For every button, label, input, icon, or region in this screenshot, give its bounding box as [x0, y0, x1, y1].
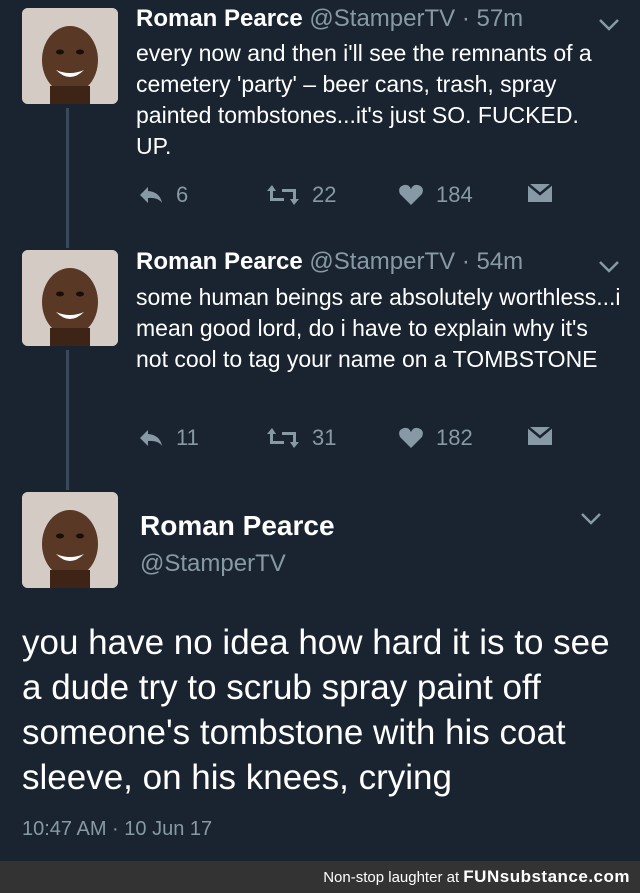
- reply-icon: [140, 430, 162, 446]
- avatar[interactable]: [22, 492, 118, 588]
- retweet-button[interactable]: 31: [266, 425, 336, 451]
- thread-line: [66, 350, 69, 490]
- handle-time: @StamperTV · 57m: [309, 5, 524, 32]
- tweet-text: you have no idea how hard it is to see a…: [22, 623, 610, 797]
- like-count: 184: [436, 182, 473, 207]
- display-name[interactable]: Roman Pearce @StamperTV · 57m: [136, 5, 523, 33]
- display-name-text: Roman Pearce: [136, 5, 303, 32]
- watermark-brand: FUNsubstance.com: [463, 867, 630, 886]
- retweet-button[interactable]: 22: [266, 182, 336, 208]
- retweet-count: 22: [312, 182, 337, 207]
- handle-time: @StamperTV · 54m: [309, 248, 524, 275]
- chevron-down-icon[interactable]: [580, 512, 602, 526]
- avatar[interactable]: [22, 8, 118, 104]
- dm-button[interactable]: [526, 182, 566, 204]
- watermark: Non-stop laughter at FUNsubstance.com: [323, 867, 630, 887]
- avatar[interactable]: [22, 250, 118, 346]
- reply-button[interactable]: 11: [138, 425, 199, 451]
- reply-count: 6: [176, 182, 189, 207]
- retweet-count: 31: [312, 425, 337, 450]
- like-count: 182: [436, 425, 473, 450]
- tweet-text: some human beings are absolutely worthle…: [136, 284, 621, 372]
- like-button[interactable]: 184: [398, 182, 473, 208]
- display-name[interactable]: Roman Pearce: [140, 510, 335, 542]
- retweet-icon: [267, 185, 299, 205]
- tweet-actions: 11 31 182: [136, 425, 616, 455]
- retweet-icon: [267, 428, 299, 448]
- dm-button[interactable]: [526, 425, 566, 447]
- display-name-text: Roman Pearce: [136, 248, 303, 275]
- watermark-prefix: Non-stop laughter at: [323, 869, 460, 886]
- chevron-down-icon[interactable]: [598, 18, 620, 32]
- dm-icon: [527, 183, 553, 202]
- display-name[interactable]: Roman Pearce @StamperTV · 54m: [136, 248, 523, 276]
- handle[interactable]: @StamperTV: [140, 550, 286, 578]
- heart-icon: [399, 427, 423, 448]
- timestamp: 10:47 AM · 10 Jun 17: [22, 818, 213, 840]
- chevron-down-icon[interactable]: [598, 260, 620, 274]
- footer-bar: Non-stop laughter at FUNsubstance.com: [0, 861, 640, 893]
- reply-button[interactable]: 6: [138, 182, 188, 208]
- thread-line: [66, 108, 69, 248]
- reply-icon: [140, 187, 162, 203]
- reply-count: 11: [176, 425, 199, 450]
- tweet-text: every now and then i'll see the remnants…: [136, 40, 592, 159]
- tweet-actions: 6 22 184: [136, 182, 616, 212]
- dm-icon: [527, 426, 553, 445]
- heart-icon: [399, 184, 423, 205]
- like-button[interactable]: 182: [398, 425, 473, 451]
